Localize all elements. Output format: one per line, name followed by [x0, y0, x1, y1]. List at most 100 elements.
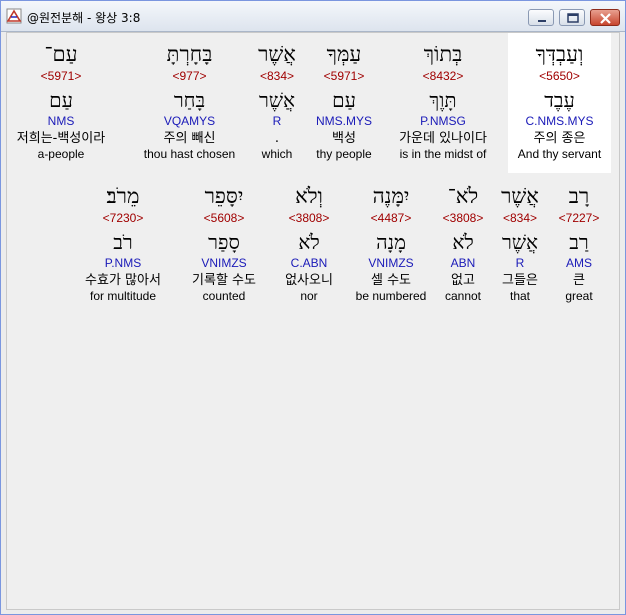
word-lemma: תָּוֶךְ	[429, 88, 457, 112]
word-hebrew: אֲשֶׁר	[258, 42, 296, 66]
word-hebrew: בְּתוֹךְ	[423, 42, 463, 66]
word-english: which	[261, 147, 293, 161]
app-window: @원전분해 - 왕상 3:8 עַם־ <5971> עַם NMS 저희는-백…	[0, 0, 626, 615]
word-korean: 기록할 수도	[192, 273, 256, 288]
strong-number[interactable]: <977>	[137, 69, 242, 83]
strong-number[interactable]: <834>	[495, 211, 545, 225]
word-parsing: VNIMZS	[201, 256, 247, 270]
word-lemma: אֲשֶׁר	[259, 88, 295, 112]
word-hebrew: יִסָּפֵר	[204, 184, 244, 208]
word-korean: 큰	[573, 273, 585, 288]
word-english: a-people	[37, 147, 85, 161]
word-english: nor	[300, 289, 318, 303]
word-korean: 백성	[332, 131, 356, 146]
word-korean: 없고	[451, 273, 475, 288]
strong-number[interactable]: <5650>	[508, 69, 611, 83]
word-hebrew: עַמְּךָ	[326, 42, 362, 66]
strong-number[interactable]: <3808>	[437, 211, 489, 225]
word-parsing: VQAMYS	[163, 114, 216, 128]
word-parsing: P.NMS	[104, 256, 142, 270]
word-english: that	[509, 289, 530, 303]
word-english: thou hast chosen	[143, 147, 236, 161]
word-english: be numbered	[355, 289, 427, 303]
strong-number[interactable]: <8432>	[387, 69, 499, 83]
word-korean: 없사오니	[285, 273, 333, 288]
word-hebrew: בָּחָרְתָּ	[166, 42, 213, 66]
strong-number[interactable]: <5971>	[11, 69, 111, 83]
word-korean: 셀 수도	[370, 273, 411, 288]
word-english: is in the midst of	[399, 147, 487, 161]
word-korean: 수효가 많아서	[85, 273, 161, 288]
word-lemma: סָפַר	[208, 230, 240, 254]
maximize-button[interactable]	[559, 9, 585, 26]
word-parsing: ABN	[450, 256, 476, 270]
word-hebrew: אֲשֶׁר	[501, 184, 539, 208]
minimize-icon	[538, 20, 546, 22]
analysis-panel: עַם־ <5971> עַם NMS 저희는-백성이라 a-people בָ…	[6, 32, 620, 610]
word-lemma: לֹא	[452, 230, 474, 254]
app-icon	[6, 8, 22, 24]
word-parsing: R	[272, 114, 282, 128]
word-cell[interactable]: וְלֹא <3808> לֹא C.ABN 없사오니 nor	[273, 183, 345, 303]
close-icon	[600, 13, 611, 24]
word-english: cannot	[444, 289, 482, 303]
strong-number[interactable]: <7227>	[552, 211, 606, 225]
strong-number[interactable]: <5971>	[308, 69, 380, 83]
word-lemma: בָּחַר	[173, 88, 206, 112]
word-hebrew: וְעַבְדְּךָ	[535, 42, 584, 66]
strong-number[interactable]: <5608>	[179, 211, 269, 225]
word-korean: 그들은	[502, 273, 538, 288]
word-korean: 주의 빼신	[163, 131, 216, 146]
word-cell[interactable]: עַם־ <5971> עַם NMS 저희는-백성이라 a-people	[11, 41, 111, 161]
word-parsing: R	[515, 256, 525, 270]
strong-number[interactable]: <3808>	[273, 211, 345, 225]
word-korean: 저희는-백성이라	[16, 131, 106, 146]
word-hebrew: רָב	[568, 184, 590, 208]
word-cell[interactable]: אֲשֶׁר <834> אֲשֶׁר R . which	[247, 41, 307, 161]
strong-number[interactable]: <4487>	[350, 211, 432, 225]
word-cell[interactable]: רָב <7227> רַב AMS 큰 great	[552, 183, 606, 303]
word-cell[interactable]: לֹא־ <3808> לֹא ABN 없고 cannot	[437, 183, 489, 303]
word-korean: 주의 종은	[533, 131, 586, 146]
word-cell[interactable]: יִמָּנֶה <4487> מָנָה VNIMZS 셀 수도 be num…	[350, 183, 432, 303]
word-korean: 가운데 있나이다	[399, 131, 487, 146]
word-lemma: עֶבֶד	[544, 88, 575, 112]
word-hebrew: מֵרֹב׃	[106, 184, 140, 208]
word-cell[interactable]: בָּחָרְתָּ <977> בָּחַר VQAMYS 주의 빼신 tho…	[137, 41, 242, 161]
word-lemma: מָנָה	[376, 230, 406, 254]
word-parsing: P.NMSG	[420, 114, 466, 128]
word-lemma: רַב	[569, 230, 589, 254]
word-english: counted	[202, 289, 246, 303]
title-bar[interactable]: @원전분해 - 왕상 3:8	[1, 1, 625, 32]
word-hebrew: עַם־	[44, 42, 78, 66]
maximize-icon	[567, 13, 579, 23]
word-parsing: C.ABN	[290, 256, 328, 270]
word-cell-selected[interactable]: וְעַבְדְּךָ <5650> עֶבֶד C.NMS.MYS 주의 종은…	[508, 33, 611, 173]
word-hebrew: וְלֹא	[295, 184, 323, 208]
word-korean: .	[274, 131, 280, 146]
word-hebrew: יִמָּנֶה	[372, 184, 410, 208]
word-lemma: עַם	[332, 88, 356, 112]
word-parsing: NMS	[47, 114, 75, 128]
word-parsing: AMS	[565, 256, 592, 270]
word-english: And thy servant	[517, 147, 602, 161]
word-english: thy people	[316, 147, 372, 161]
word-english: great	[565, 289, 593, 303]
strong-number[interactable]: <7230>	[73, 211, 173, 225]
word-cell[interactable]: מֵרֹב׃ <7230> רֹב P.NMS 수효가 많아서 for mult…	[73, 183, 173, 303]
word-cell[interactable]: עַמְּךָ <5971> עַם NMS.MYS 백성 thy people	[308, 41, 380, 161]
word-parsing: VNIMZS	[368, 256, 414, 270]
word-cell[interactable]: אֲשֶׁר <834> אֲשֶׁר R 그들은 that	[495, 183, 545, 303]
word-english: for multitude	[89, 289, 157, 303]
word-parsing: NMS.MYS	[315, 114, 372, 128]
minimize-button[interactable]	[528, 9, 554, 26]
word-lemma: עַם	[49, 88, 73, 112]
close-button[interactable]	[590, 9, 620, 26]
word-parsing: C.NMS.MYS	[525, 114, 594, 128]
word-cell[interactable]: בְּתוֹךְ <8432> תָּוֶךְ P.NMSG 가운데 있나이다 …	[387, 41, 499, 161]
window-title: @원전분해 - 왕상 3:8	[27, 11, 141, 25]
strong-number[interactable]: <834>	[247, 69, 307, 83]
word-lemma: רֹב	[113, 230, 133, 254]
word-cell[interactable]: יִסָּפֵר <5608> סָפַר VNIMZS 기록할 수도 coun…	[179, 183, 269, 303]
word-lemma: לֹא	[298, 230, 320, 254]
